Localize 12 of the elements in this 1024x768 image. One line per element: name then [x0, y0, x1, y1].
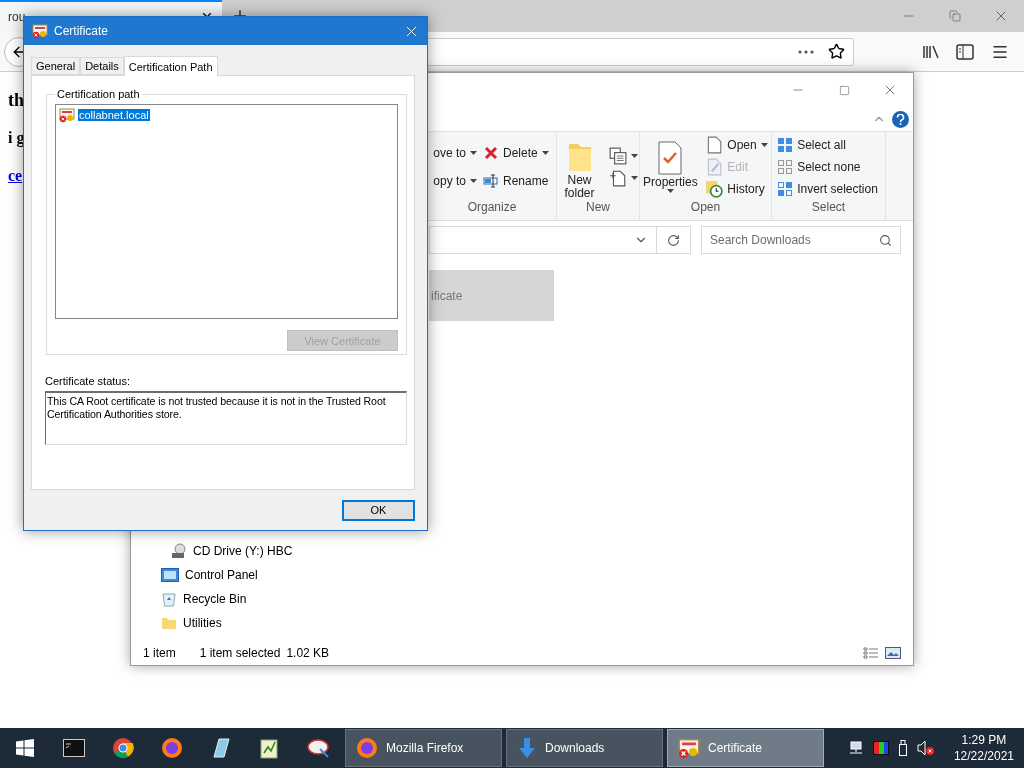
group-label: Organize	[466, 200, 518, 216]
status-text: 1 item	[143, 646, 176, 660]
group-label: Select	[810, 200, 847, 216]
page-heading: th	[8, 90, 24, 111]
status-text-box: This CA Root certificate is not trusted because it is not in the Trusted Root Certification Authorities store.	[45, 391, 407, 445]
field-label: Certificate status:	[45, 375, 131, 387]
group-label: New	[585, 200, 611, 216]
status-text: 1.02 KB	[286, 646, 330, 660]
window-title: Certificate	[54, 24, 110, 38]
status-text: 1 item selected	[199, 646, 281, 660]
group-label: Open	[689, 200, 722, 216]
group-label: Certification path	[56, 88, 141, 100]
